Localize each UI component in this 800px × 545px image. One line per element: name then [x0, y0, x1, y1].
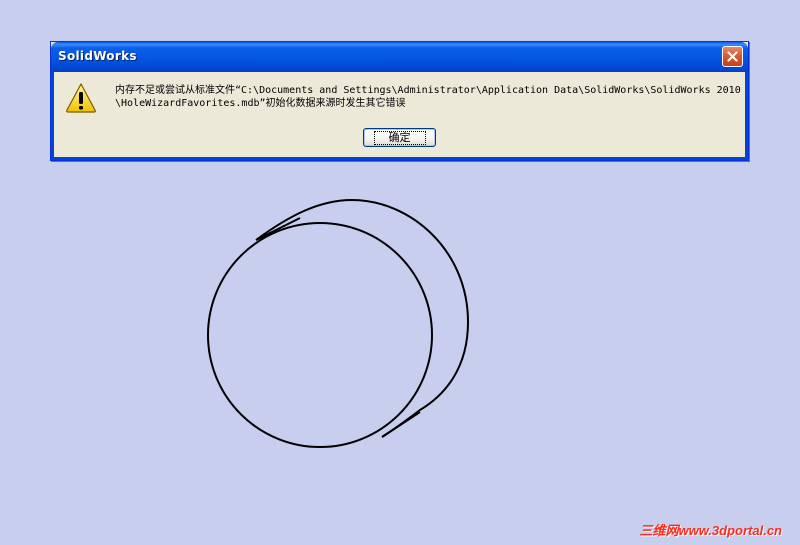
ok-button[interactable]: 确定 — [363, 128, 436, 147]
error-message: 内存不足或尝试从标准文件“C:\Documents and Settings\A… — [115, 85, 741, 109]
front-circle — [207, 222, 433, 448]
dialog-frame-left — [51, 72, 54, 160]
close-icon — [727, 51, 738, 62]
close-button[interactable] — [722, 46, 743, 67]
dialog-title: SolidWorks — [58, 49, 137, 63]
ok-button-label: 确定 — [373, 130, 426, 145]
warning-icon — [66, 83, 96, 113]
dialog-frame-bottom — [51, 157, 748, 160]
watermark: 三维网www.3dportal.cn — [639, 523, 782, 538]
dialog-frame-right — [745, 72, 748, 160]
outer-circle-arc — [255, 198, 470, 438]
dialog-titlebar[interactable]: SolidWorks — [51, 42, 748, 72]
error-dialog: SolidWorks 内存不足或尝试从标准文件“C:\Documents and… — [50, 41, 749, 161]
tangent-line-top — [255, 217, 301, 241]
